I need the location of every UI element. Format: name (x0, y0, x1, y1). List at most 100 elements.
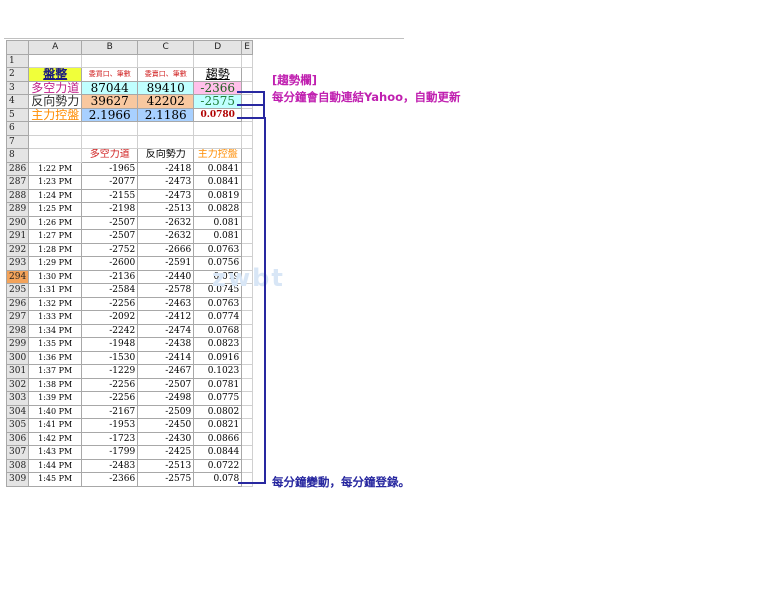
cell[interactable] (241, 458, 253, 473)
reverse-force-cell[interactable]: -2507 (137, 377, 195, 392)
column-label-reverse-force[interactable]: 反向勢力 (137, 148, 195, 163)
reverse-force-cell[interactable]: -2509 (137, 404, 195, 419)
row-header[interactable]: 291 (5, 229, 30, 244)
row-header[interactable]: 302 (5, 377, 30, 392)
column-label-main-control[interactable]: 主力控盤 (193, 148, 243, 163)
cell[interactable] (241, 377, 253, 392)
main-control-cell[interactable]: 0.0841 (193, 175, 243, 190)
reverse-force-cell[interactable]: -2473 (137, 188, 195, 203)
column-header-e[interactable]: E (241, 40, 253, 55)
cell[interactable] (241, 391, 253, 406)
reverse-force-cell[interactable]: -2425 (137, 445, 195, 460)
reverse-force-cell[interactable]: -2440 (137, 269, 195, 284)
time-cell[interactable]: 1:30 PM (28, 269, 83, 284)
cell[interactable] (241, 364, 253, 379)
cell[interactable] (241, 337, 253, 352)
time-cell[interactable]: 1:34 PM (28, 323, 83, 338)
row-header[interactable]: 308 (5, 458, 30, 473)
cell[interactable] (241, 445, 253, 460)
column-header-d[interactable]: D (193, 40, 243, 55)
reverse-force-cell[interactable]: -2414 (137, 350, 195, 365)
cell[interactable] (241, 323, 253, 338)
row-header[interactable]: 298 (5, 323, 30, 338)
main-control-cell[interactable]: 0.078 (193, 472, 243, 487)
row-header[interactable]: 295 (5, 283, 30, 298)
row-header[interactable]: 306 (5, 431, 30, 446)
value-bid-count[interactable]: 39627 (81, 94, 139, 109)
reverse-force-cell[interactable]: -2430 (137, 431, 195, 446)
time-cell[interactable]: 1:40 PM (28, 404, 83, 419)
time-cell[interactable]: 1:41 PM (28, 418, 83, 433)
time-cell[interactable]: 1:23 PM (28, 175, 83, 190)
reverse-force-cell[interactable]: -2463 (137, 296, 195, 311)
reverse-force-cell[interactable]: -2438 (137, 337, 195, 352)
cell[interactable] (241, 121, 253, 136)
time-cell[interactable]: 1:25 PM (28, 202, 83, 217)
main-control-cell[interactable]: 0.0828 (193, 202, 243, 217)
long-short-force-cell[interactable]: -1799 (81, 445, 139, 460)
main-control-cell[interactable]: 0.081 (193, 229, 243, 244)
row-header[interactable]: 3 (5, 80, 30, 95)
time-cell[interactable]: 1:29 PM (28, 256, 83, 271)
main-control-cell[interactable]: 0.0916 (193, 350, 243, 365)
reverse-force-cell[interactable]: -2418 (137, 161, 195, 176)
row-header[interactable]: 1 (5, 53, 30, 68)
main-control-cell[interactable]: 0.0763 (193, 296, 243, 311)
long-short-force-cell[interactable]: -2242 (81, 323, 139, 338)
long-short-force-cell[interactable]: -2507 (81, 215, 139, 230)
main-control-cell[interactable]: 0.0774 (193, 310, 243, 325)
row-header[interactable]: 287 (5, 175, 30, 190)
long-short-force-cell[interactable]: -2752 (81, 242, 139, 257)
long-short-force-cell[interactable]: -2366 (81, 472, 139, 487)
main-control-cell[interactable]: 0.0866 (193, 431, 243, 446)
long-short-force-cell[interactable]: -2092 (81, 310, 139, 325)
row-header[interactable]: 304 (5, 404, 30, 419)
main-control-cell[interactable]: 0.0823 (193, 337, 243, 352)
main-control-cell[interactable]: 0.081 (193, 215, 243, 230)
main-control-cell[interactable]: 0.0802 (193, 404, 243, 419)
row-header[interactable]: 305 (5, 418, 30, 433)
long-short-force-cell[interactable]: -2155 (81, 188, 139, 203)
main-control-cell[interactable]: 0.0781 (193, 377, 243, 392)
row-header[interactable]: 296 (5, 296, 30, 311)
header-trend[interactable]: 趨勢 (193, 67, 243, 82)
cell[interactable] (241, 188, 253, 203)
reverse-force-cell[interactable]: -2513 (137, 202, 195, 217)
time-cell[interactable]: 1:26 PM (28, 215, 83, 230)
row-header[interactable]: 2 (5, 67, 30, 82)
label-main-control[interactable]: 主力控盤 (28, 107, 83, 122)
long-short-force-cell[interactable]: -2483 (81, 458, 139, 473)
row-header[interactable]: 294 (5, 269, 30, 284)
cell[interactable] (241, 310, 253, 325)
cell[interactable] (28, 53, 83, 68)
cell[interactable] (241, 202, 253, 217)
time-cell[interactable]: 1:32 PM (28, 296, 83, 311)
cell[interactable] (241, 148, 253, 163)
cell[interactable] (241, 107, 253, 122)
row-header[interactable]: 299 (5, 337, 30, 352)
row-header[interactable]: 288 (5, 188, 30, 203)
row-header[interactable]: 303 (5, 391, 30, 406)
cell[interactable] (241, 296, 253, 311)
row-header[interactable]: 307 (5, 445, 30, 460)
reverse-force-cell[interactable]: -2632 (137, 229, 195, 244)
cell[interactable] (81, 134, 139, 149)
time-cell[interactable]: 1:45 PM (28, 472, 83, 487)
row-header[interactable]: 290 (5, 215, 30, 230)
cell[interactable] (241, 229, 253, 244)
time-cell[interactable]: 1:31 PM (28, 283, 83, 298)
reverse-force-cell[interactable]: -2632 (137, 215, 195, 230)
long-short-force-cell[interactable]: -2256 (81, 296, 139, 311)
value-trend-reverse[interactable]: -2575 (193, 94, 243, 109)
main-control-cell[interactable]: 0.0821 (193, 418, 243, 433)
long-short-force-cell[interactable]: -2584 (81, 283, 139, 298)
column-header-a[interactable]: A (28, 40, 83, 55)
value-trend-control[interactable]: 0.0780 (193, 107, 243, 122)
cell[interactable] (28, 121, 83, 136)
cell[interactable] (241, 53, 253, 68)
long-short-force-cell[interactable]: -1948 (81, 337, 139, 352)
row-header[interactable]: 309 (5, 472, 30, 487)
row-header[interactable]: 301 (5, 364, 30, 379)
cell[interactable] (137, 53, 195, 68)
reverse-force-cell[interactable]: -2578 (137, 283, 195, 298)
